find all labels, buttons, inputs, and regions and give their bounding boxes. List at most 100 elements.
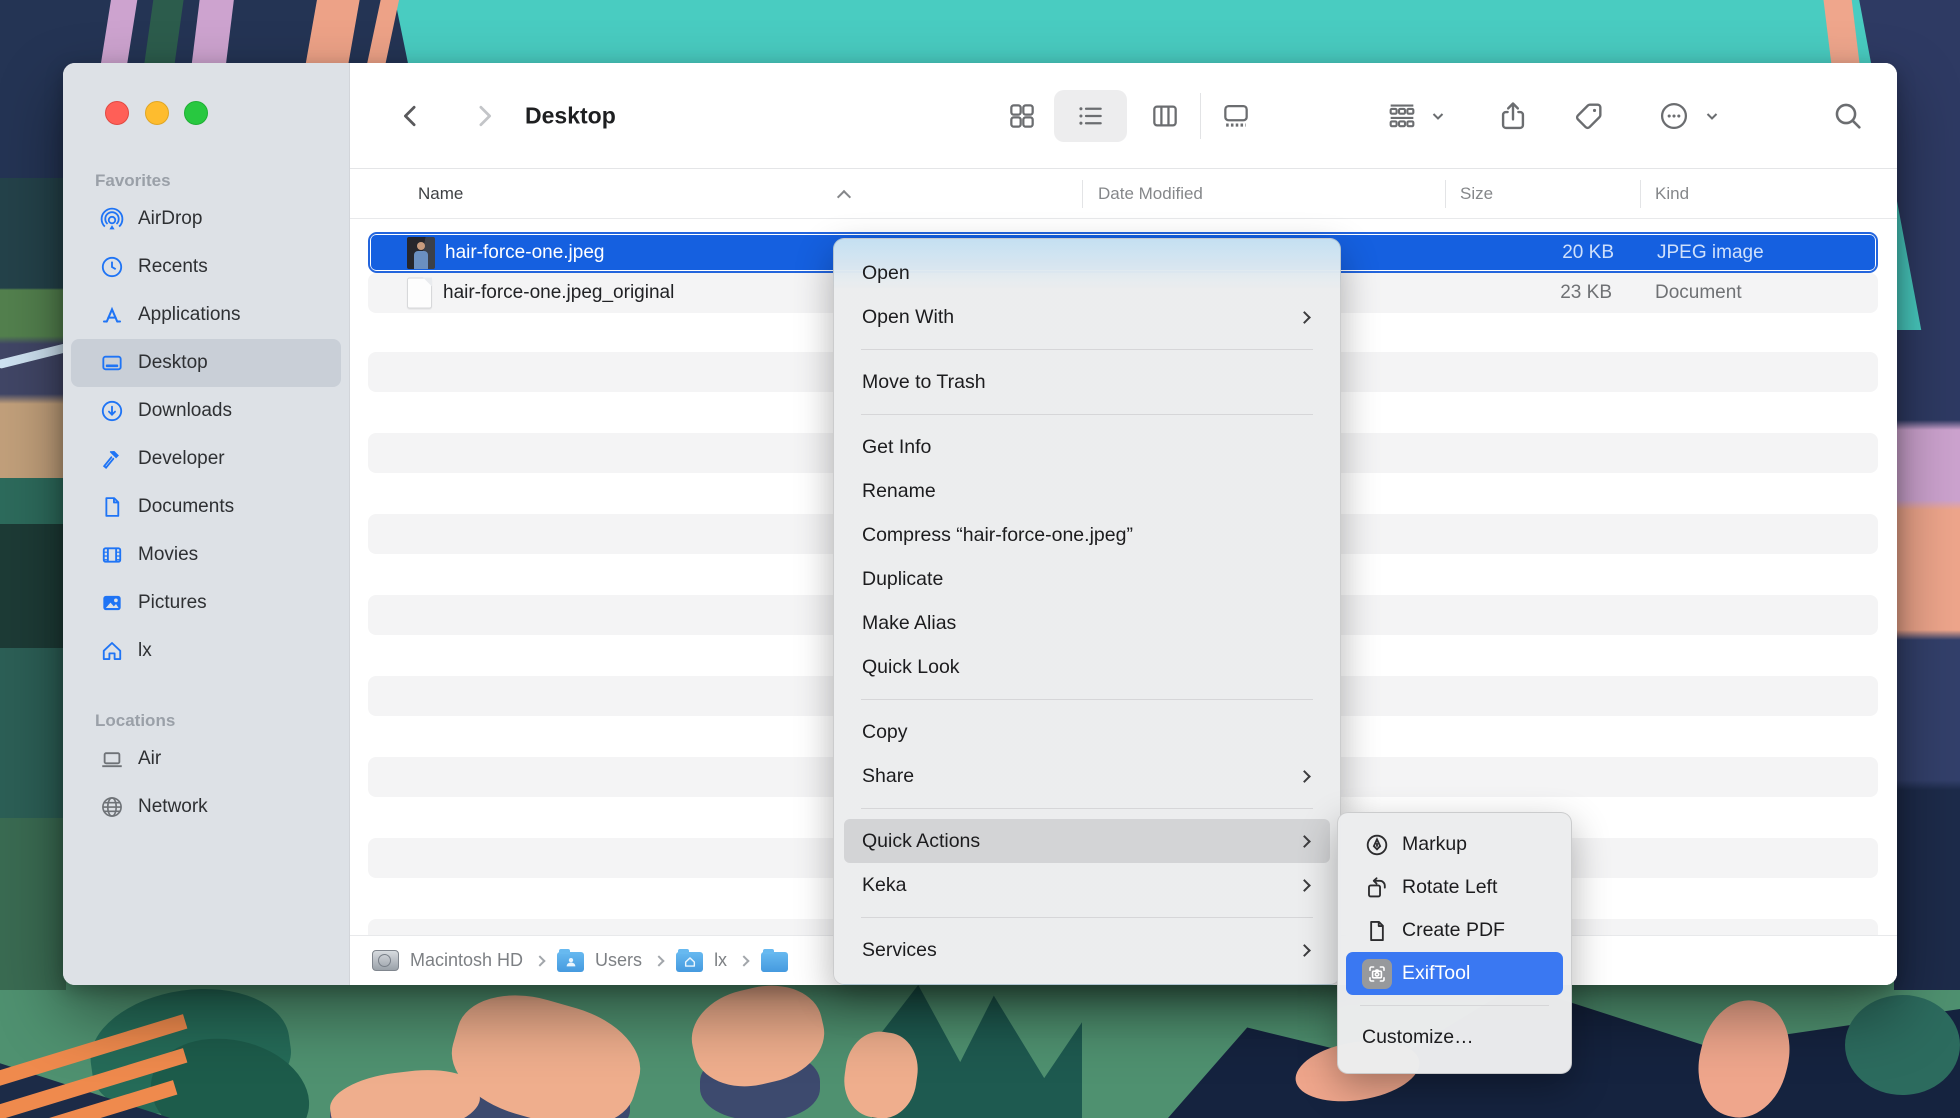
menu-separator <box>861 808 1313 809</box>
sidebar-item-movies[interactable]: Movies <box>71 531 341 579</box>
menu-item-label: Copy <box>862 721 908 744</box>
sidebar-item-air[interactable]: Air <box>71 735 341 783</box>
sidebar-item-applications[interactable]: Applications <box>71 291 341 339</box>
file-name: hair-force-one.jpeg_original <box>443 282 674 304</box>
tag-button[interactable] <box>1572 99 1606 133</box>
submenu-chevron-icon <box>1298 770 1311 783</box>
menu-item-get-info[interactable]: Get Info <box>844 425 1330 469</box>
column-header-name[interactable]: Name <box>418 184 463 204</box>
menu-item-share[interactable]: Share <box>844 754 1330 798</box>
appstore-icon <box>99 302 125 328</box>
hammer-icon <box>99 446 125 472</box>
menu-separator <box>1360 1005 1549 1006</box>
sidebar-item-label: AirDrop <box>138 208 202 230</box>
menu-item-compress[interactable]: Compress “hair-force-one.jpeg” <box>844 513 1330 557</box>
sidebar-item-desktop[interactable]: Desktop <box>71 339 341 387</box>
submenu-item-rotate-left[interactable]: Rotate Left <box>1346 866 1563 909</box>
folder-home-icon <box>676 952 703 972</box>
menu-item-label: Services <box>862 939 937 962</box>
home-icon <box>99 638 125 664</box>
sidebar-item-label: Downloads <box>138 400 232 422</box>
exiftool-icon <box>1362 959 1392 989</box>
menu-separator <box>861 917 1313 918</box>
wallpaper-shape <box>1894 330 1960 990</box>
photo-icon <box>99 590 125 616</box>
submenu-item-label: ExifTool <box>1402 962 1470 985</box>
menu-item-quick-actions[interactable]: Quick Actions <box>844 819 1330 863</box>
submenu-item-customize[interactable]: Customize… <box>1346 1016 1563 1059</box>
share-button[interactable] <box>1496 99 1530 133</box>
menu-item-open-with[interactable]: Open With <box>844 295 1330 339</box>
sidebar-item-downloads[interactable]: Downloads <box>71 387 341 435</box>
column-header-date-modified[interactable]: Date Modified <box>1098 184 1203 204</box>
submenu-item-exiftool[interactable]: ExifTool <box>1346 952 1563 995</box>
document-icon <box>99 494 125 520</box>
search-button[interactable] <box>1831 99 1865 133</box>
icon-view-button[interactable] <box>1006 100 1038 132</box>
menu-separator <box>861 699 1313 700</box>
sidebar-section-locations: Locations <box>95 711 349 731</box>
sidebar-item-pictures[interactable]: Pictures <box>71 579 341 627</box>
menu-separator <box>861 414 1313 415</box>
markup-icon <box>1362 830 1392 860</box>
submenu-chevron-icon <box>1298 944 1311 957</box>
more-chevron-icon[interactable] <box>1703 107 1721 125</box>
menu-item-make-alias[interactable]: Make Alias <box>844 601 1330 645</box>
file-size: 20 KB <box>1410 242 1614 264</box>
path-segment-users[interactable]: Users <box>595 950 642 971</box>
path-chevron-icon <box>653 955 664 966</box>
sidebar-item-recents[interactable]: Recents <box>71 243 341 291</box>
file-name: hair-force-one.jpeg <box>445 242 604 264</box>
menu-item-keka[interactable]: Keka <box>844 863 1330 907</box>
column-divider[interactable] <box>1445 180 1446 208</box>
menu-separator <box>861 349 1313 350</box>
gallery-view-button[interactable] <box>1220 100 1252 132</box>
group-chevron-icon[interactable] <box>1429 107 1447 125</box>
column-divider[interactable] <box>1640 180 1641 208</box>
sidebar-item-label: Applications <box>138 304 240 326</box>
sidebar-item-developer[interactable]: Developer <box>71 435 341 483</box>
submenu-item-label: Rotate Left <box>1402 876 1497 899</box>
menu-item-label: Quick Actions <box>862 830 980 853</box>
document-file-icon <box>407 278 432 309</box>
column-divider[interactable] <box>1082 180 1083 208</box>
quick-actions-submenu: Markup Rotate Left Create PDF ExifTool C… <box>1337 812 1572 1074</box>
sidebar: Favorites AirDrop Recents Applications D… <box>63 63 350 985</box>
path-segment-macintosh-hd[interactable]: Macintosh HD <box>410 950 523 971</box>
menu-item-move-to-trash[interactable]: Move to Trash <box>844 360 1330 404</box>
file-size: 23 KB <box>1408 282 1612 304</box>
submenu-chevron-icon <box>1298 879 1311 892</box>
menu-item-copy[interactable]: Copy <box>844 710 1330 754</box>
menu-item-rename[interactable]: Rename <box>844 469 1330 513</box>
sidebar-item-airdrop[interactable]: AirDrop <box>71 195 341 243</box>
column-header-size[interactable]: Size <box>1460 184 1493 204</box>
submenu-item-markup[interactable]: Markup <box>1346 823 1563 866</box>
minimize-button[interactable] <box>145 101 169 125</box>
sidebar-item-label: Documents <box>138 496 234 518</box>
sidebar-item-home[interactable]: lx <box>71 627 341 675</box>
more-actions-button[interactable] <box>1657 99 1691 133</box>
column-view-button[interactable] <box>1149 100 1181 132</box>
submenu-item-label: Customize… <box>1362 1026 1474 1049</box>
toolbar-divider <box>1200 93 1201 139</box>
sidebar-item-label: Desktop <box>138 352 208 374</box>
back-button[interactable] <box>396 101 426 131</box>
path-segment-home[interactable]: lx <box>714 950 727 971</box>
zoom-button[interactable] <box>184 101 208 125</box>
column-header-kind[interactable]: Kind <box>1655 184 1689 204</box>
airdrop-icon <box>99 206 125 232</box>
group-button[interactable] <box>1385 99 1419 133</box>
sidebar-item-documents[interactable]: Documents <box>71 483 341 531</box>
menu-item-label: Duplicate <box>862 568 943 591</box>
menu-item-open[interactable]: Open <box>844 251 1330 295</box>
sidebar-item-network[interactable]: Network <box>71 783 341 831</box>
menu-item-services[interactable]: Services <box>844 928 1330 972</box>
close-button[interactable] <box>105 101 129 125</box>
menu-item-duplicate[interactable]: Duplicate <box>844 557 1330 601</box>
forward-button[interactable] <box>469 101 499 131</box>
submenu-item-create-pdf[interactable]: Create PDF <box>1346 909 1563 952</box>
image-thumbnail <box>407 237 435 269</box>
menu-item-quick-look[interactable]: Quick Look <box>844 645 1330 689</box>
wallpaper-shape <box>1845 995 1960 1095</box>
list-view-button[interactable] <box>1074 100 1106 132</box>
